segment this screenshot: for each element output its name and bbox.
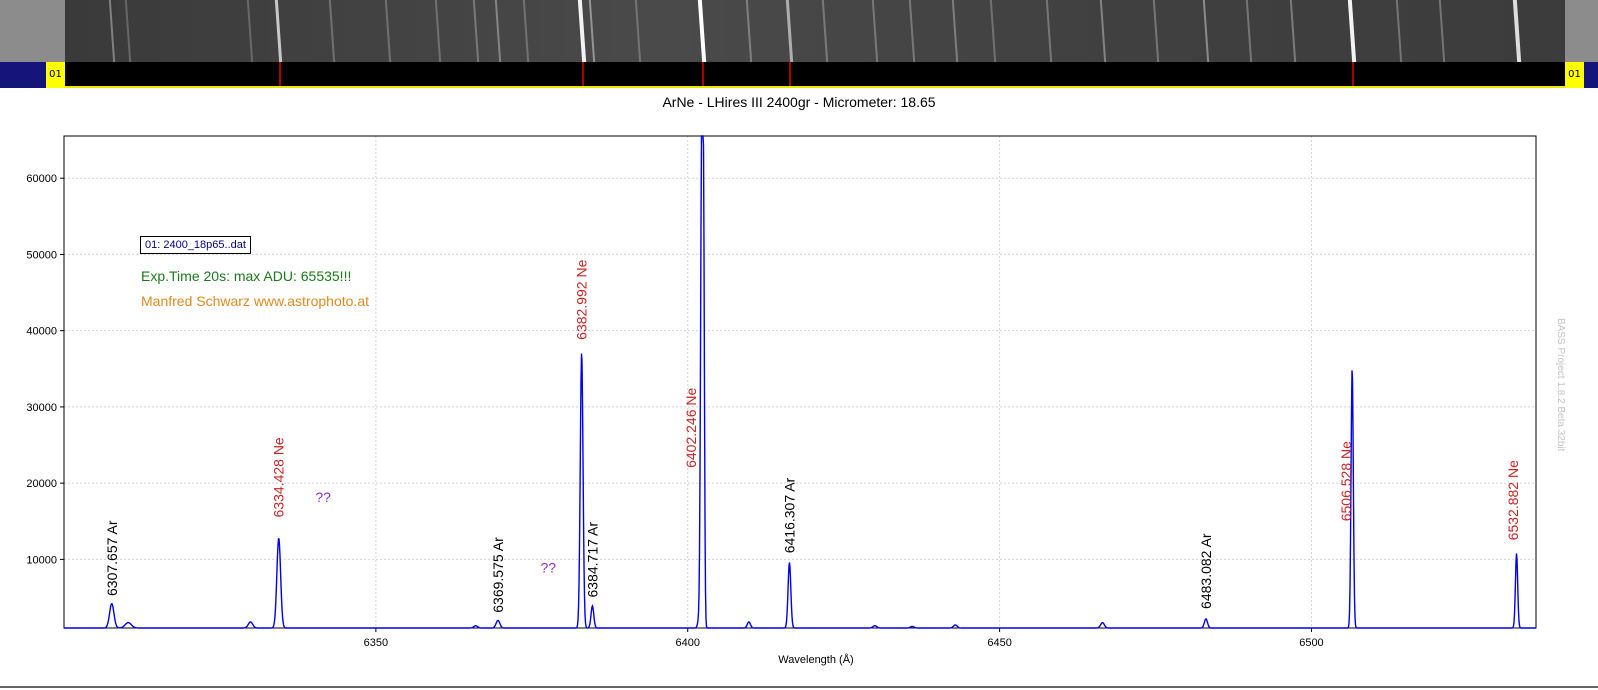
unknown-line-annotation: ?? [315,489,331,505]
line-id-annotation: 6483.082 Ar [1198,533,1214,609]
line-id-annotation: 6334.428 Ne [271,437,287,517]
x-tick-label: 6450 [987,637,1011,649]
line-id-annotation: 6382.992 Ne [574,259,590,339]
spectrum-series-line [64,135,1536,629]
line-id-annotation: 6416.307 Ar [781,477,797,553]
line-id-annotation: 6369.575 Ar [490,537,506,613]
line-id-annotation: 6506.528 Ne [1338,441,1354,521]
x-tick-label: 6500 [1299,637,1323,649]
bottom-divider [0,686,1598,688]
y-tick-label: 60000 [26,173,57,185]
y-tick-label: 10000 [26,554,57,566]
spectrum-plot: 6350 6400 6450 6500 10000 20000 30000 40000 5000… [26,135,1537,666]
line-id-annotation: 6402.246 Ne [683,388,699,468]
plot-frame [63,135,1537,629]
x-axis-label: Wavelength (Å) [778,653,853,666]
y-tick-label: 50000 [26,249,57,261]
line-id-annotation: 6384.717 Ar [584,522,600,598]
line-id-annotation: 6307.657 Ar [104,520,120,596]
x-tick-label: 6400 [675,637,699,649]
y-tick-label: 40000 [26,326,57,338]
software-watermark: BASS Project 1.8.2 Beta 32bit [1555,318,1566,452]
line-id-annotation: 6532.882 Ne [1505,460,1521,540]
credit-note: Manfred Schwarz www.astrophoto.at [141,293,369,309]
legend-entry[interactable]: 01: 2400_18p65..dat [140,236,251,254]
exposure-note: Exp.Time 20s: max ADU: 65535!!! [141,268,352,284]
x-tick-label: 6350 [364,637,388,649]
y-tick-label: 30000 [26,402,57,414]
unknown-line-annotation: ?? [541,559,557,575]
y-tick-label: 20000 [26,478,57,490]
